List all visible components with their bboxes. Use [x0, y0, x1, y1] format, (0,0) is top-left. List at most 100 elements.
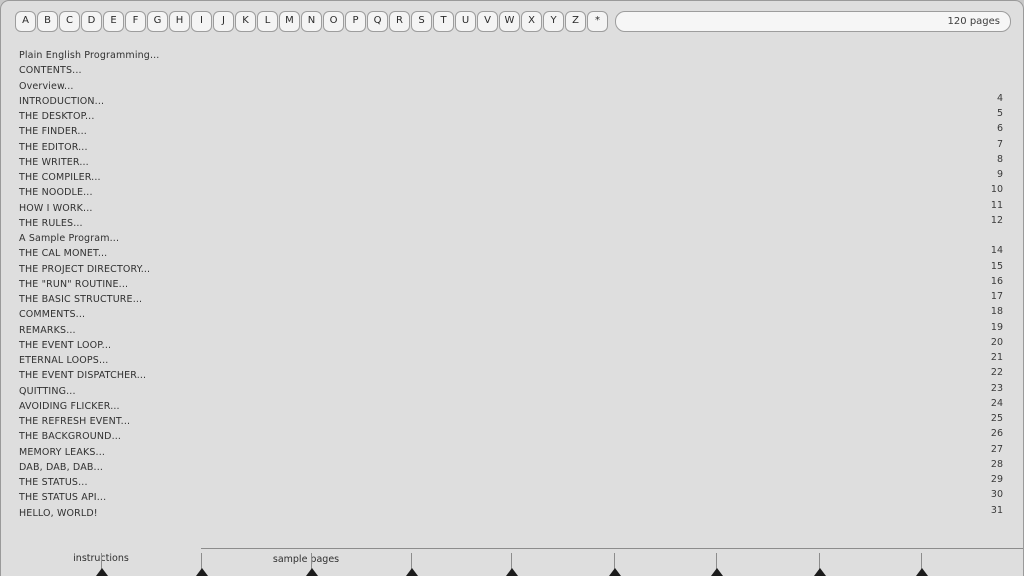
toc-entry-page-number: 14	[990, 245, 1003, 257]
alpha-filter-n[interactable]: N	[301, 10, 322, 32]
toc-entry-page-number: 7	[996, 138, 1003, 150]
toc-entry[interactable]: THE STATUS... 29	[19, 472, 1011, 488]
toc-entry[interactable]: MEMORY LEAKS... 27	[19, 442, 1011, 458]
alpha-filter-g[interactable]: G	[147, 10, 168, 32]
toc-entry-page-number: 4	[996, 92, 1003, 104]
toc-entry[interactable]: THE WRITER... 8	[19, 152, 1011, 168]
toc-entry[interactable]: THE EVENT DISPATCHER... 22	[19, 365, 1011, 381]
toc-entry[interactable]: INTRODUCTION... 4	[19, 91, 1011, 107]
tab-empty-4[interactable]	[614, 548, 716, 576]
tab-empty-2[interactable]	[411, 548, 511, 576]
search-input[interactable]: 120 pages	[615, 10, 1011, 32]
toc-entry-page-number: 29	[990, 474, 1003, 485]
toc-entry-page-number: 12	[990, 214, 1003, 226]
toc-entry[interactable]: THE REFRESH EVENT... 25	[19, 411, 1011, 427]
tab-marker-triangle-icon	[915, 568, 928, 576]
alpha-filter-i[interactable]: I	[191, 10, 212, 32]
toc-entry-page-number: 11	[990, 199, 1003, 211]
alpha-filter-p[interactable]: P	[345, 10, 366, 32]
toc-entry[interactable]: CONTENTS...	[19, 60, 1011, 76]
alpha-filter-q[interactable]: Q	[367, 10, 388, 32]
toc-entry[interactable]: Plain English Programming...	[19, 45, 1011, 61]
toc-entry[interactable]: THE CAL MONET... 14	[19, 243, 1011, 259]
alpha-filter-c[interactable]: C	[59, 10, 80, 32]
alpha-filter-t[interactable]: T	[433, 10, 454, 32]
toc-entry[interactable]: THE PROJECT DIRECTORY... 15	[19, 259, 1011, 275]
tab-marker-triangle-icon	[195, 568, 208, 576]
toc-entry[interactable]: COMMENTS... 18	[19, 304, 1011, 320]
toc-entry[interactable]: DAB, DAB, DAB... 28	[19, 457, 1011, 473]
alpha-filter-h[interactable]: H	[169, 10, 190, 32]
toc-entry[interactable]: AVOIDING FLICKER... 24	[19, 396, 1011, 412]
toc-entry[interactable]: THE RULES... 12	[19, 213, 1011, 229]
tab-marker-triangle-icon	[710, 568, 723, 576]
toc-entry[interactable]: HELLO, WORLD! 31	[19, 503, 1011, 519]
toc-entry[interactable]: THE NOODLE... 10	[19, 182, 1011, 198]
toc-entry[interactable]: A Sample Program...	[19, 228, 1011, 244]
toc-entry-page-number: 22	[990, 367, 1003, 379]
toc-entry-page-number: 23	[990, 382, 1003, 394]
alpha-filter-r[interactable]: R	[389, 10, 410, 32]
toc-entry-page-number: 10	[990, 184, 1003, 196]
tab-empty-3[interactable]	[511, 548, 614, 576]
toc-entry-page-number: 15	[990, 260, 1003, 272]
alpha-filter-z[interactable]: Z	[565, 10, 586, 32]
tab-marker-triangle-icon	[405, 568, 418, 576]
toolbar: A B C D E F G H I J K L M N O P Q R S T U V W X Y Z * 120 pages	[1, 1, 1023, 41]
toc-entry-page-number: 17	[990, 291, 1003, 302]
toc-entry[interactable]: REMARKS... 19	[19, 320, 1011, 336]
toc-entry[interactable]: THE FINDER... 6	[19, 121, 1011, 137]
alpha-filter-j[interactable]: J	[213, 10, 234, 32]
toc-entry-page-number: 6	[996, 123, 1003, 135]
table-of-contents: Plain English Programming... CONTENTS... O…	[1, 45, 1023, 549]
alpha-filter-m[interactable]: M	[279, 10, 300, 32]
alpha-filter-k[interactable]: K	[235, 10, 256, 32]
alpha-filter-l[interactable]: L	[257, 10, 278, 32]
alpha-filter-f[interactable]: F	[125, 10, 146, 32]
toc-entry-page-number: 21	[990, 352, 1003, 363]
alpha-filter-s[interactable]: S	[411, 10, 432, 32]
tab-marker-triangle-icon	[95, 568, 108, 576]
toc-entry[interactable]: HOW I WORK... 11	[19, 198, 1011, 214]
alpha-filter-w[interactable]: W	[499, 10, 520, 32]
tab-bar: instructionssample pages	[1, 548, 1023, 576]
toc-entry-page-number: 20	[990, 336, 1003, 348]
toc-entry-page-number: 18	[990, 306, 1003, 318]
toc-entry-title: HELLO, WORLD!	[19, 507, 98, 519]
toc-entry[interactable]: ETERNAL LOOPS... 21	[19, 350, 1011, 366]
tab-empty-5[interactable]	[716, 548, 819, 576]
toc-entry[interactable]: THE COMPILER... 9	[19, 167, 1011, 183]
toc-entry-page-number: 24	[990, 397, 1003, 409]
application-window: A B C D E F G H I J K L M N O P Q R S T U V W X Y Z * 120 pages Pl…	[0, 0, 1024, 576]
alpha-filter-u[interactable]: U	[455, 10, 476, 32]
toc-entry[interactable]: Overview...	[19, 76, 1011, 92]
toc-entry[interactable]: THE BASIC STRUCTURE... 17	[19, 289, 1011, 305]
toc-entry-page-number: 5	[996, 108, 1003, 119]
tab-marker-triangle-icon	[305, 568, 318, 576]
alpha-filter-y[interactable]: Y	[543, 10, 564, 32]
toc-entry[interactable]: THE "RUN" ROUTINE... 16	[19, 274, 1011, 290]
toc-entry-page-number: 26	[990, 428, 1003, 440]
toc-entry[interactable]: THE STATUS API... 30	[19, 487, 1011, 503]
toc-entry-page-number: 28	[990, 458, 1003, 470]
toc-entry-page-number: 27	[990, 443, 1003, 455]
toc-entry-page-number: 31	[990, 504, 1003, 516]
toc-entry[interactable]: THE DESKTOP... 5	[19, 106, 1011, 122]
alpha-filter-a[interactable]: A	[15, 10, 36, 32]
alpha-filter-b[interactable]: B	[37, 10, 58, 32]
toc-entry[interactable]: THE EVENT LOOP... 20	[19, 335, 1011, 351]
alpha-filter-v[interactable]: V	[477, 10, 498, 32]
tab-marker-triangle-icon	[813, 568, 826, 576]
tab-label: sample pages	[272, 554, 340, 565]
toc-entry[interactable]: QUITTING... 23	[19, 381, 1011, 397]
toc-entry-page-number: 25	[990, 413, 1003, 424]
alpha-filter-asterisk[interactable]: *	[587, 10, 608, 32]
toc-entry[interactable]: THE BACKGROUND... 26	[19, 426, 1011, 442]
alpha-filter-d[interactable]: D	[81, 10, 102, 32]
toc-entry-page-number: 19	[990, 321, 1003, 333]
alpha-filter-x[interactable]: X	[521, 10, 542, 32]
toc-entry-page-number: 30	[990, 489, 1003, 501]
toc-entry[interactable]: THE EDITOR... 7	[19, 137, 1011, 153]
alpha-filter-e[interactable]: E	[103, 10, 124, 32]
alpha-filter-o[interactable]: O	[323, 10, 344, 32]
